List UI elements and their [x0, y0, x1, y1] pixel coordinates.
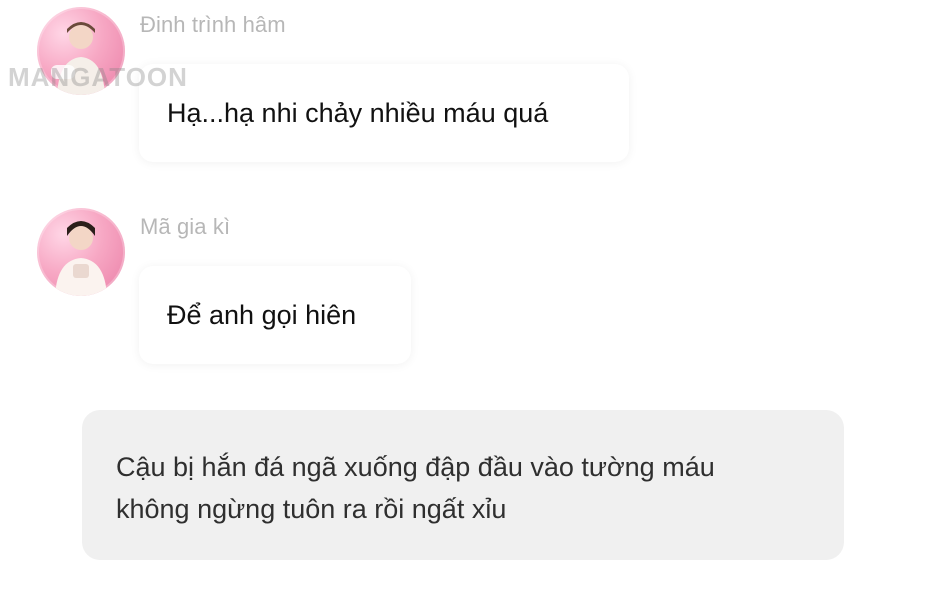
narration-line: Cậu bị hắn đá ngã xuống đập đầu vào tườn…: [116, 452, 715, 482]
avatar-ma-gia-ki[interactable]: [37, 208, 125, 296]
chat-view: Đinh trình hâm Hạ...hạ nhi chảy nhiều má…: [0, 0, 926, 600]
watermark-logo: MANGATOON: [8, 62, 188, 92]
message-bubble: Để anh gọi hiên: [139, 266, 411, 364]
message-bubble: Hạ...hạ nhi chảy nhiều máu quá: [139, 64, 629, 162]
message-text: Để anh gọi hiên: [167, 299, 357, 330]
message-text: Hạ...hạ nhi chảy nhiều máu quá: [167, 97, 549, 128]
avatar-person-icon: [55, 221, 107, 296]
sender-name: Đinh trình hâm: [140, 12, 286, 37]
narration-line: không ngừng tuôn ra rồi ngất xỉu: [116, 494, 507, 524]
narration-box: Cậu bị hắn đá ngã xuống đập đầu vào tườn…: [82, 410, 844, 560]
sender-name: Mã gia kì: [140, 214, 231, 239]
